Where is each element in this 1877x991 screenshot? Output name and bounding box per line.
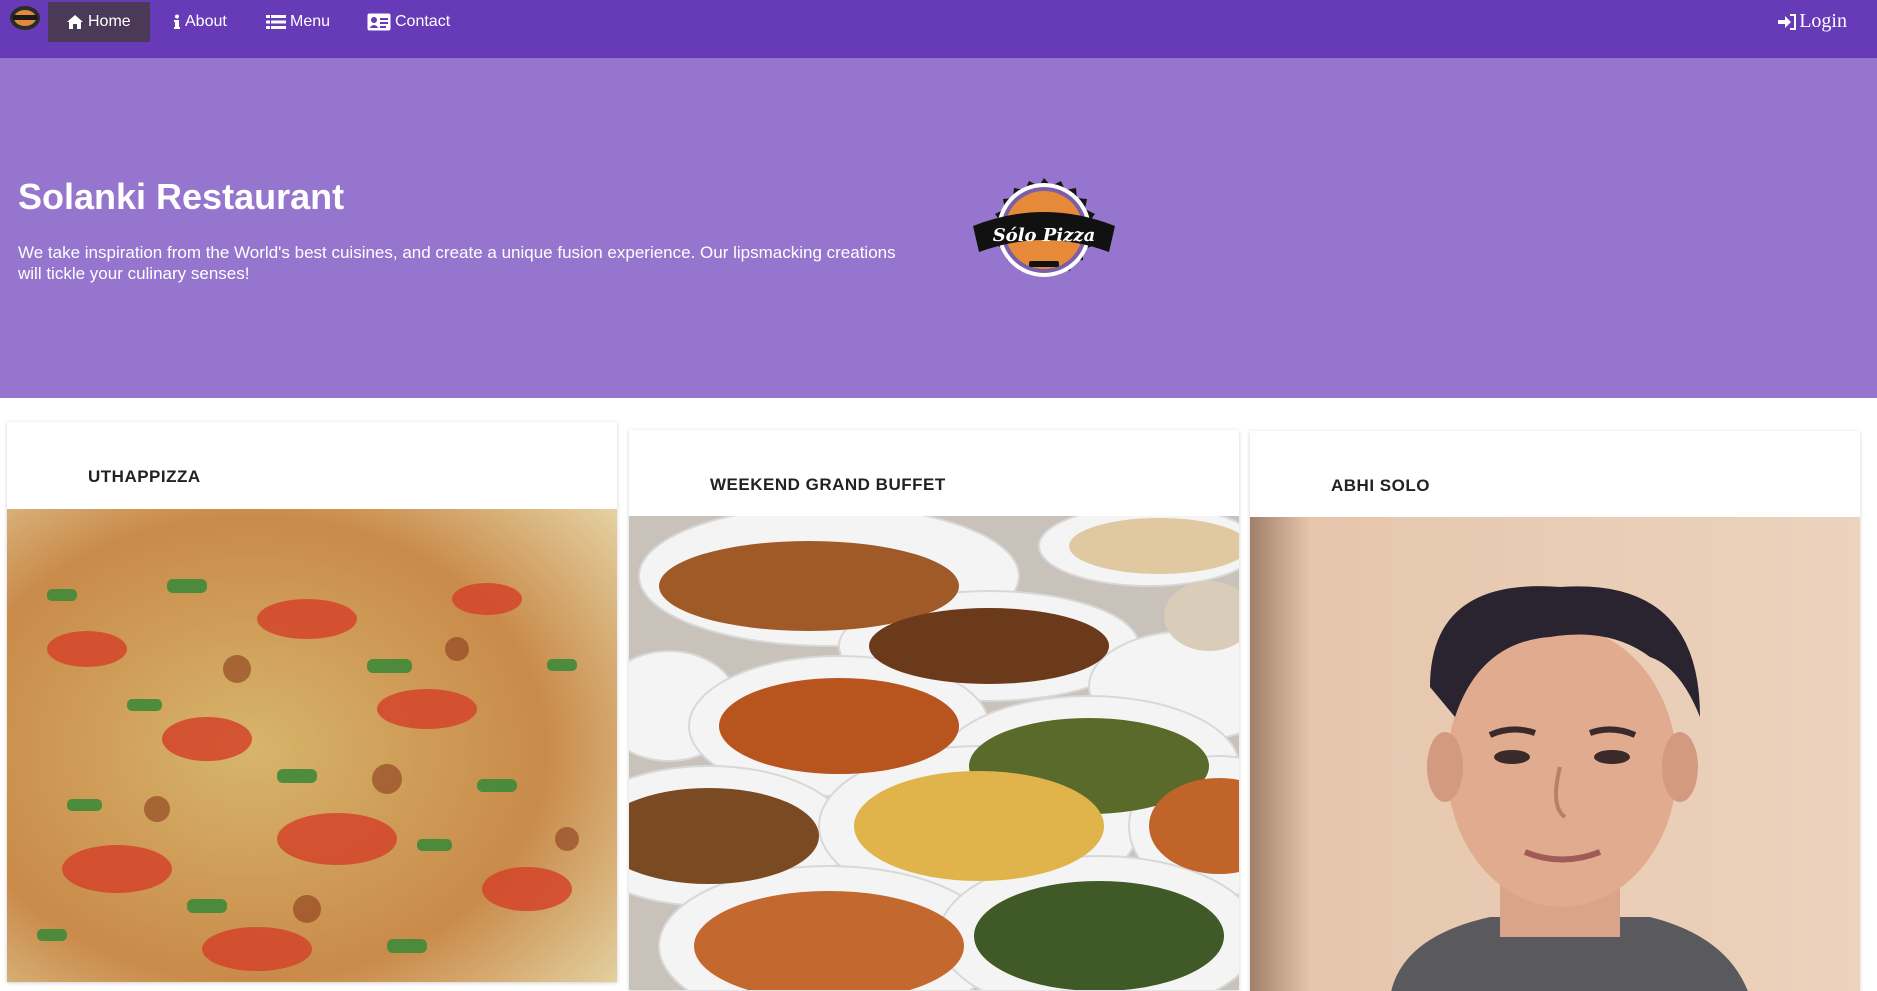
- sign-in-icon: [1777, 13, 1797, 30]
- chef-card-abhi-solo[interactable]: ABHI SOLO: [1250, 431, 1860, 991]
- hero-banner: Solanki Restaurant We take inspiration f…: [0, 58, 1877, 398]
- nav-about[interactable]: About: [155, 2, 245, 42]
- info-icon: [173, 14, 181, 30]
- nav-menu[interactable]: Menu: [248, 2, 348, 42]
- navbar: Home About Menu Contact Login: [0, 0, 1877, 58]
- nav-about-label: About: [185, 13, 227, 30]
- login-link[interactable]: Login: [1777, 10, 1847, 33]
- person-photo: [1250, 517, 1860, 991]
- dish-card-weekend-grand-buffet[interactable]: WEEKEND GRAND BUFFET: [629, 430, 1239, 990]
- logo-text: Sólo Pizza: [993, 225, 1096, 246]
- card-title: ABHI SOLO: [1331, 476, 1430, 495]
- solo-pizza-logo: Sólo Pizza: [967, 158, 1122, 303]
- dish-card-uthappizza[interactable]: UTHAPPIZZA: [7, 422, 617, 982]
- brand-logo-icon[interactable]: [8, 3, 42, 33]
- login-label: Login: [1799, 10, 1847, 32]
- restaurant-description: We take inspiration from the World's bes…: [18, 243, 896, 283]
- nav-menu-label: Menu: [290, 13, 331, 30]
- card-title: UTHAPPIZZA: [88, 467, 201, 486]
- nav-home[interactable]: Home: [48, 2, 150, 42]
- pizza-photo: [7, 509, 617, 982]
- nav-contact[interactable]: Contact: [349, 2, 468, 42]
- restaurant-title: Solanki Restaurant: [18, 176, 345, 217]
- buffet-photo: [629, 505, 1239, 990]
- home-icon: [66, 14, 84, 30]
- card-title: WEEKEND GRAND BUFFET: [710, 475, 946, 494]
- nav-home-label: Home: [88, 13, 131, 30]
- address-card-icon: [367, 13, 391, 31]
- list-icon: [266, 14, 286, 30]
- nav-contact-label: Contact: [395, 13, 451, 30]
